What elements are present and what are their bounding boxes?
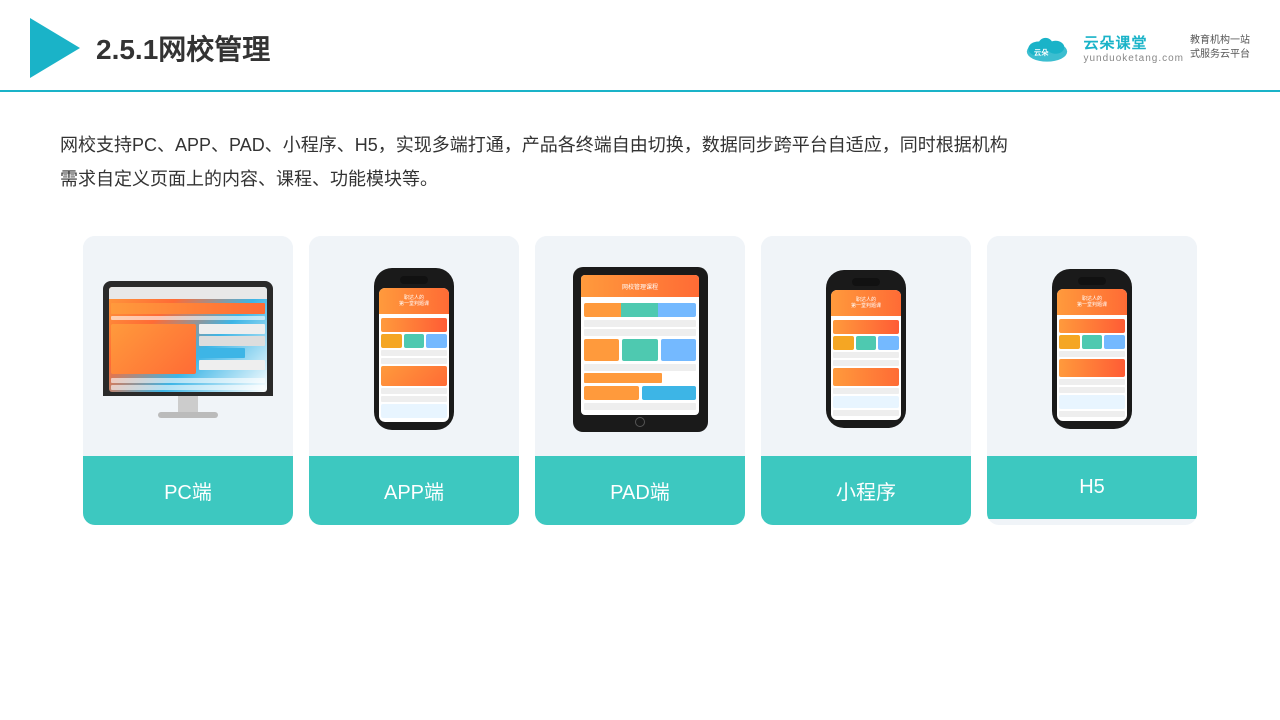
monitor-stand <box>178 396 198 412</box>
brand-logo: 云朵 云朵课堂 yunduoketang.com 教育机构一站式服务云平台 <box>1017 30 1250 66</box>
card-app: 职达人的第一堂判题课 <box>309 236 519 525</box>
monitor-content <box>109 301 267 392</box>
tablet-content <box>581 297 699 415</box>
phone-screen: 职达人的第一堂判题课 <box>379 288 449 422</box>
tablet-mockup: 网校管理课程 <box>573 267 708 432</box>
logo-main-text: 云朵课堂 <box>1083 32 1184 53</box>
phone-body-content-mini <box>831 316 901 420</box>
phone-screen-top-h5: 职达人的第一堂判题课 <box>1057 289 1127 315</box>
grid-item <box>856 336 877 350</box>
phone-row <box>833 360 899 366</box>
tablet-row <box>584 303 696 317</box>
phone-body-mini: 职达人的第一堂判题课 <box>826 270 906 428</box>
phone-mockup-h5: 职达人的第一堂判题课 <box>1052 269 1132 429</box>
tablet-row <box>584 403 696 410</box>
tablet-row <box>584 320 696 327</box>
description-paragraph-2: 需求自定义页面上的内容、课程、功能模块等。 <box>60 162 1220 196</box>
monitor-row <box>111 303 265 314</box>
description-text: 网校支持PC、APP、PAD、小程序、H5，实现多端打通，产品各终端自由切换，数… <box>0 92 1280 216</box>
phone-row <box>1059 319 1125 333</box>
phone-row <box>1059 387 1125 393</box>
grid-item <box>426 334 447 348</box>
card-pc: PC端 <box>83 236 293 525</box>
phone-row <box>1059 351 1125 357</box>
grid-item <box>878 336 899 350</box>
card-h5-label: H5 <box>987 456 1197 519</box>
card-h5-image: 职达人的第一堂判题课 <box>987 236 1197 456</box>
phone-screen-h5: 职达人的第一堂判题课 <box>1057 289 1127 421</box>
phone-row <box>1059 379 1125 385</box>
card-mini: 职达人的第一堂判题课 <box>761 236 971 525</box>
tablet-body: 网校管理课程 <box>573 267 708 432</box>
cards-container: PC端 职达人的第一堂判题课 <box>0 216 1280 555</box>
phone-mockup-app: 职达人的第一堂判题课 <box>374 268 454 430</box>
monitor-base <box>158 412 218 418</box>
grid-item <box>1059 335 1080 349</box>
card-h5: 职达人的第一堂判题课 <box>987 236 1197 525</box>
phone-row <box>833 388 899 394</box>
card-pc-image <box>83 236 293 456</box>
phone-screen-top: 职达人的第一堂判题课 <box>379 288 449 314</box>
logo-text-area: 云朵课堂 yunduoketang.com <box>1083 32 1184 64</box>
monitor-row <box>111 316 265 321</box>
cloud-icon: 云朵 <box>1017 30 1077 66</box>
grid-item <box>381 334 402 348</box>
phone-row <box>833 352 899 358</box>
phone-row <box>381 388 447 394</box>
card-app-label: APP端 <box>309 456 519 525</box>
phone-notch-h5 <box>1078 277 1106 285</box>
header-left: 2.5.1网校管理 <box>30 18 270 78</box>
logo-tagline-text: 教育机构一站式服务云平台 <box>1190 34 1250 62</box>
monitor-row <box>111 378 265 383</box>
phone-body-h5: 职达人的第一堂判题课 <box>1052 269 1132 429</box>
phone-screen-mini: 职达人的第一堂判题课 <box>831 290 901 420</box>
brand-triangle-icon <box>30 18 80 78</box>
phone-body: 职达人的第一堂判题课 <box>374 268 454 430</box>
phone-grid-h5 <box>1059 335 1125 349</box>
card-pad-label: PAD端 <box>535 456 745 525</box>
tablet-row <box>584 373 662 383</box>
tablet-screen-top: 网校管理课程 <box>581 275 699 297</box>
phone-body-content-h5 <box>1057 315 1127 421</box>
phone-row <box>381 396 447 402</box>
card-mini-image: 职达人的第一堂判题课 <box>761 236 971 456</box>
grid-item <box>1082 335 1103 349</box>
monitor-screen <box>109 287 267 392</box>
phone-mockup-mini: 职达人的第一堂判题课 <box>826 270 906 428</box>
phone-notch-mini <box>852 278 880 286</box>
phone-notch <box>400 276 428 284</box>
phone-row <box>381 350 447 356</box>
grid-item <box>404 334 425 348</box>
cloud-logo-container: 云朵 云朵课堂 yunduoketang.com 教育机构一站式服务云平台 <box>1017 30 1250 66</box>
monitor-mockup <box>103 281 273 418</box>
card-pad-image: 网校管理课程 <box>535 236 745 456</box>
svg-text:云朵: 云朵 <box>1035 48 1050 57</box>
card-pad: 网校管理课程 <box>535 236 745 525</box>
tablet-screen: 网校管理课程 <box>581 275 699 415</box>
phone-row <box>833 410 899 416</box>
monitor-row <box>111 385 265 390</box>
phone-row <box>833 320 899 334</box>
card-pc-label: PC端 <box>83 456 293 525</box>
card-app-image: 职达人的第一堂判题课 <box>309 236 519 456</box>
grid-item <box>833 336 854 350</box>
grid-item <box>1104 335 1125 349</box>
phone-row <box>381 358 447 364</box>
phone-body-content <box>379 314 449 422</box>
tablet-home-button <box>635 417 645 427</box>
tablet-row <box>584 329 696 336</box>
logo-url-text: yunduoketang.com <box>1083 53 1184 64</box>
tablet-row <box>584 364 696 371</box>
header: 2.5.1网校管理 云朵 云朵课堂 yunduoketang.com 教育机构一… <box>0 0 1280 92</box>
phone-row <box>1059 411 1125 417</box>
phone-grid-mini <box>833 336 899 350</box>
page-title: 2.5.1网校管理 <box>96 28 270 68</box>
description-paragraph: 网校支持PC、APP、PAD、小程序、H5，实现多端打通，产品各终端自由切换，数… <box>60 128 1220 162</box>
card-mini-label: 小程序 <box>761 456 971 525</box>
phone-row <box>381 318 447 332</box>
phone-screen-top-mini: 职达人的第一堂判题课 <box>831 290 901 316</box>
phone-grid <box>381 334 447 348</box>
monitor-screen-outer <box>103 281 273 396</box>
